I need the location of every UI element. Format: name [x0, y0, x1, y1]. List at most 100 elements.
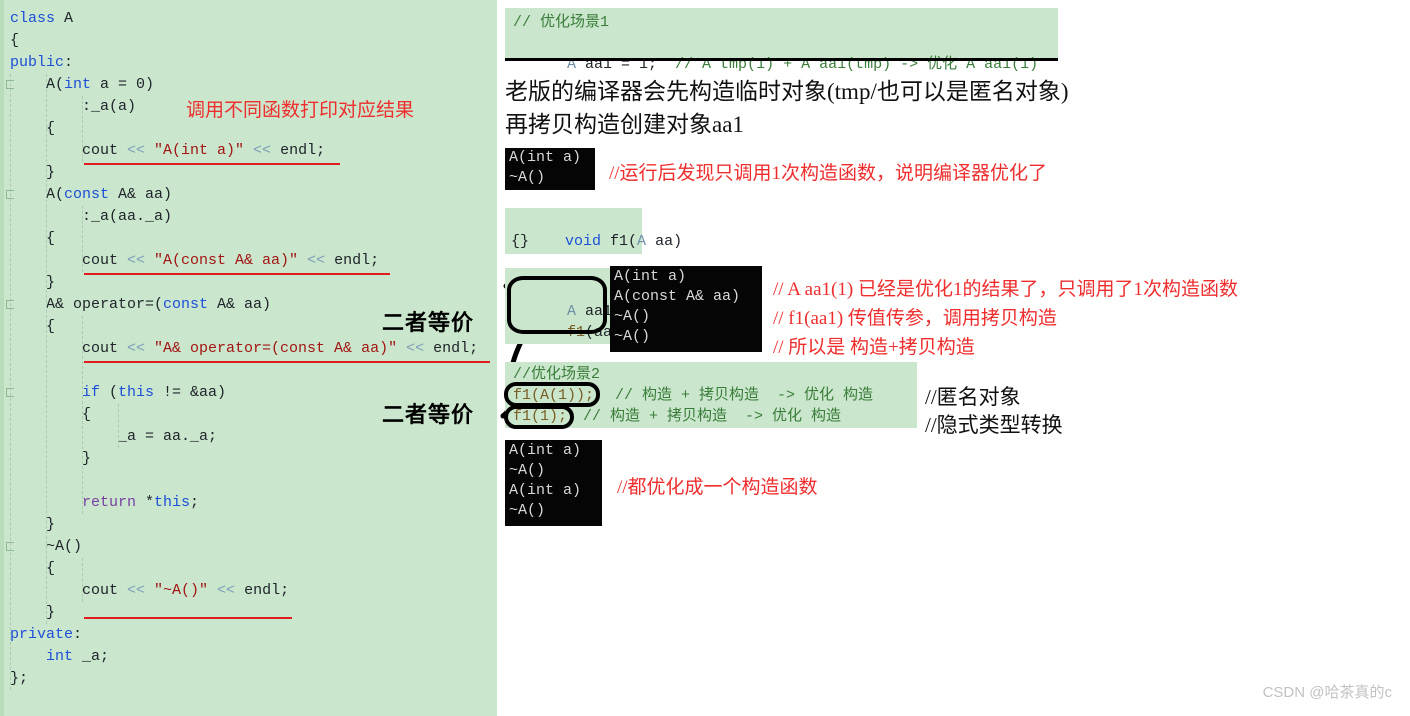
code-line[interactable]: A(int a = 0) — [46, 74, 154, 96]
code-token: << — [118, 252, 155, 269]
console2-line-2: ~A() — [614, 308, 651, 325]
code-fold-marker[interactable] — [6, 388, 14, 397]
code-line[interactable]: { — [46, 118, 55, 140]
code-line[interactable]: cout << "~A()" << endl; — [82, 580, 289, 602]
indent-guide — [82, 558, 83, 602]
code-token: cout — [82, 142, 119, 159]
code-token: public — [10, 54, 65, 71]
scenario2-note-row2: //隐式类型转换 — [925, 413, 1063, 437]
code-line[interactable]: { — [82, 404, 91, 426]
code-line[interactable]: { — [46, 228, 55, 250]
code-token: private — [10, 626, 74, 643]
code-line[interactable]: class A — [10, 8, 73, 30]
code-token: ; — [190, 494, 200, 511]
code-line[interactable]: :_a(aa._a) — [82, 206, 172, 228]
f1-line1: void f1(A aa) — [511, 210, 682, 273]
code-token: * — [136, 494, 155, 511]
right-notes-panel: // 优化场景1 A aa1 = 1; // A tmp(1) + A aa1(… — [497, 0, 1410, 716]
code-line[interactable]: A(const A& aa) — [46, 184, 172, 206]
code-line[interactable]: if (this != &aa) — [82, 382, 226, 404]
code-token: _a; — [73, 648, 110, 665]
scenario2-row2-comment: // 构造 + 拷贝构造 -> 优化 构造 — [583, 408, 842, 425]
code-line[interactable]: } — [46, 272, 55, 294]
code-token: { — [10, 32, 20, 49]
code-line[interactable]: { — [46, 316, 55, 338]
code-line[interactable]: int _a; — [46, 646, 109, 668]
code-fold-marker[interactable] — [6, 300, 14, 309]
code-line[interactable]: cout << "A(int a)" << endl; — [82, 140, 325, 162]
code-line[interactable]: } — [46, 602, 55, 624]
code-token: "A(const A& aa)" — [154, 252, 299, 269]
code-line[interactable]: { — [10, 30, 19, 52]
f1-void-token: void — [565, 233, 602, 250]
console2-note-0: // A aa1(1) 已经是优化1的结果了，只调用了1次构造函数 — [773, 279, 1238, 300]
console2-note-2: // 所以是 构造+拷贝构造 — [773, 337, 975, 358]
code-line[interactable]: { — [46, 558, 55, 580]
code-fold-marker[interactable] — [6, 190, 14, 199]
f1-line2: {} — [511, 233, 530, 250]
code-token: ~A() — [46, 538, 83, 555]
code-token: cout — [82, 252, 119, 269]
console2-line-1: A(const A& aa) — [614, 288, 741, 305]
code-line[interactable]: A& operator=(const A& aa) — [46, 294, 271, 316]
code-line[interactable]: public: — [10, 52, 73, 74]
code-line[interactable]: private: — [10, 624, 82, 646]
code-line[interactable]: }; — [10, 668, 28, 690]
code-token: A& aa) — [109, 186, 173, 203]
scenario1-line1: // 优化场景1 — [513, 14, 610, 31]
code-line[interactable]: cout << "A(const A& aa)" << endl; — [82, 250, 379, 272]
code-line[interactable]: return *this; — [82, 492, 199, 514]
code-line[interactable]: } — [82, 448, 91, 470]
code-token: const — [64, 186, 110, 203]
highlight-oval-row2 — [504, 405, 574, 429]
console-output-3: A(int a) ~A() A(int a) ~A() — [505, 440, 602, 526]
console2-note-1: // f1(aa1) 传值传参，调用拷贝构造 — [773, 308, 1057, 329]
code-line[interactable]: } — [46, 162, 55, 184]
indent-guide — [82, 206, 83, 272]
code-token: A — [55, 10, 74, 27]
scenario1-code-block: // 优化场景1 A aa1 = 1; // A tmp(1) + A aa1(… — [505, 8, 1058, 73]
f1-param-type-token: A — [637, 233, 647, 250]
explanation-line-2: 再拷贝构造创建对象aa1 — [505, 112, 744, 137]
code-token: } — [46, 164, 56, 181]
f1-param-token: aa) — [646, 233, 683, 250]
underline-cout-3 — [84, 361, 490, 363]
code-token: << — [208, 582, 245, 599]
console1-note: //运行后发现只调用1次构造函数，说明编译器优化了 — [609, 163, 1048, 184]
annotation-equivalent-2: 二者等价 — [382, 402, 475, 427]
code-line[interactable]: _a = aa._a; — [118, 426, 217, 448]
code-line[interactable]: :_a(a) — [82, 96, 136, 118]
console1-line-1: ~A() — [509, 169, 546, 186]
code-token: << — [244, 142, 281, 159]
code-token: ; — [370, 252, 380, 269]
code-token: this — [154, 494, 191, 511]
indent-guide — [82, 96, 83, 162]
code-line[interactable]: ~A() — [46, 536, 82, 558]
code-token: :_a(a) — [82, 98, 137, 115]
code-line[interactable]: } — [46, 514, 55, 536]
code-token: endl — [244, 582, 281, 599]
code-token: A( — [46, 186, 65, 203]
code-token: A( — [46, 76, 65, 93]
code-token: if — [82, 384, 101, 401]
console2-line-0: A(int a) — [614, 268, 687, 285]
code-line[interactable]: cout << "A& operator=(const A& aa)" << e… — [82, 338, 478, 360]
scenario2-row1-comment: // 构造 + 拷贝构造 -> 优化 构造 — [615, 387, 874, 404]
indent-guide — [82, 316, 83, 514]
code-token: << — [118, 142, 155, 159]
code-token: { — [46, 560, 56, 577]
underline-cout-1 — [84, 163, 340, 165]
code-fold-marker[interactable] — [6, 80, 14, 89]
code-fold-marker[interactable] — [6, 542, 14, 551]
code-token: << — [118, 582, 155, 599]
code-token: "A(int a)" — [154, 142, 245, 159]
explanation-line-1: 老版的编译器会先构造临时对象(tmp/也可以是匿名对象) — [505, 79, 1069, 104]
annotation-equivalent-1: 二者等价 — [382, 310, 475, 335]
code-token: : — [73, 626, 83, 643]
console3-line-3: ~A() — [509, 502, 546, 519]
code-token: } — [46, 516, 56, 533]
code-token: int — [64, 76, 92, 93]
code-token: : — [64, 54, 74, 71]
annotation-print-note: 调用不同函数打印对应结果 — [186, 100, 415, 121]
code-token: return — [82, 494, 137, 511]
